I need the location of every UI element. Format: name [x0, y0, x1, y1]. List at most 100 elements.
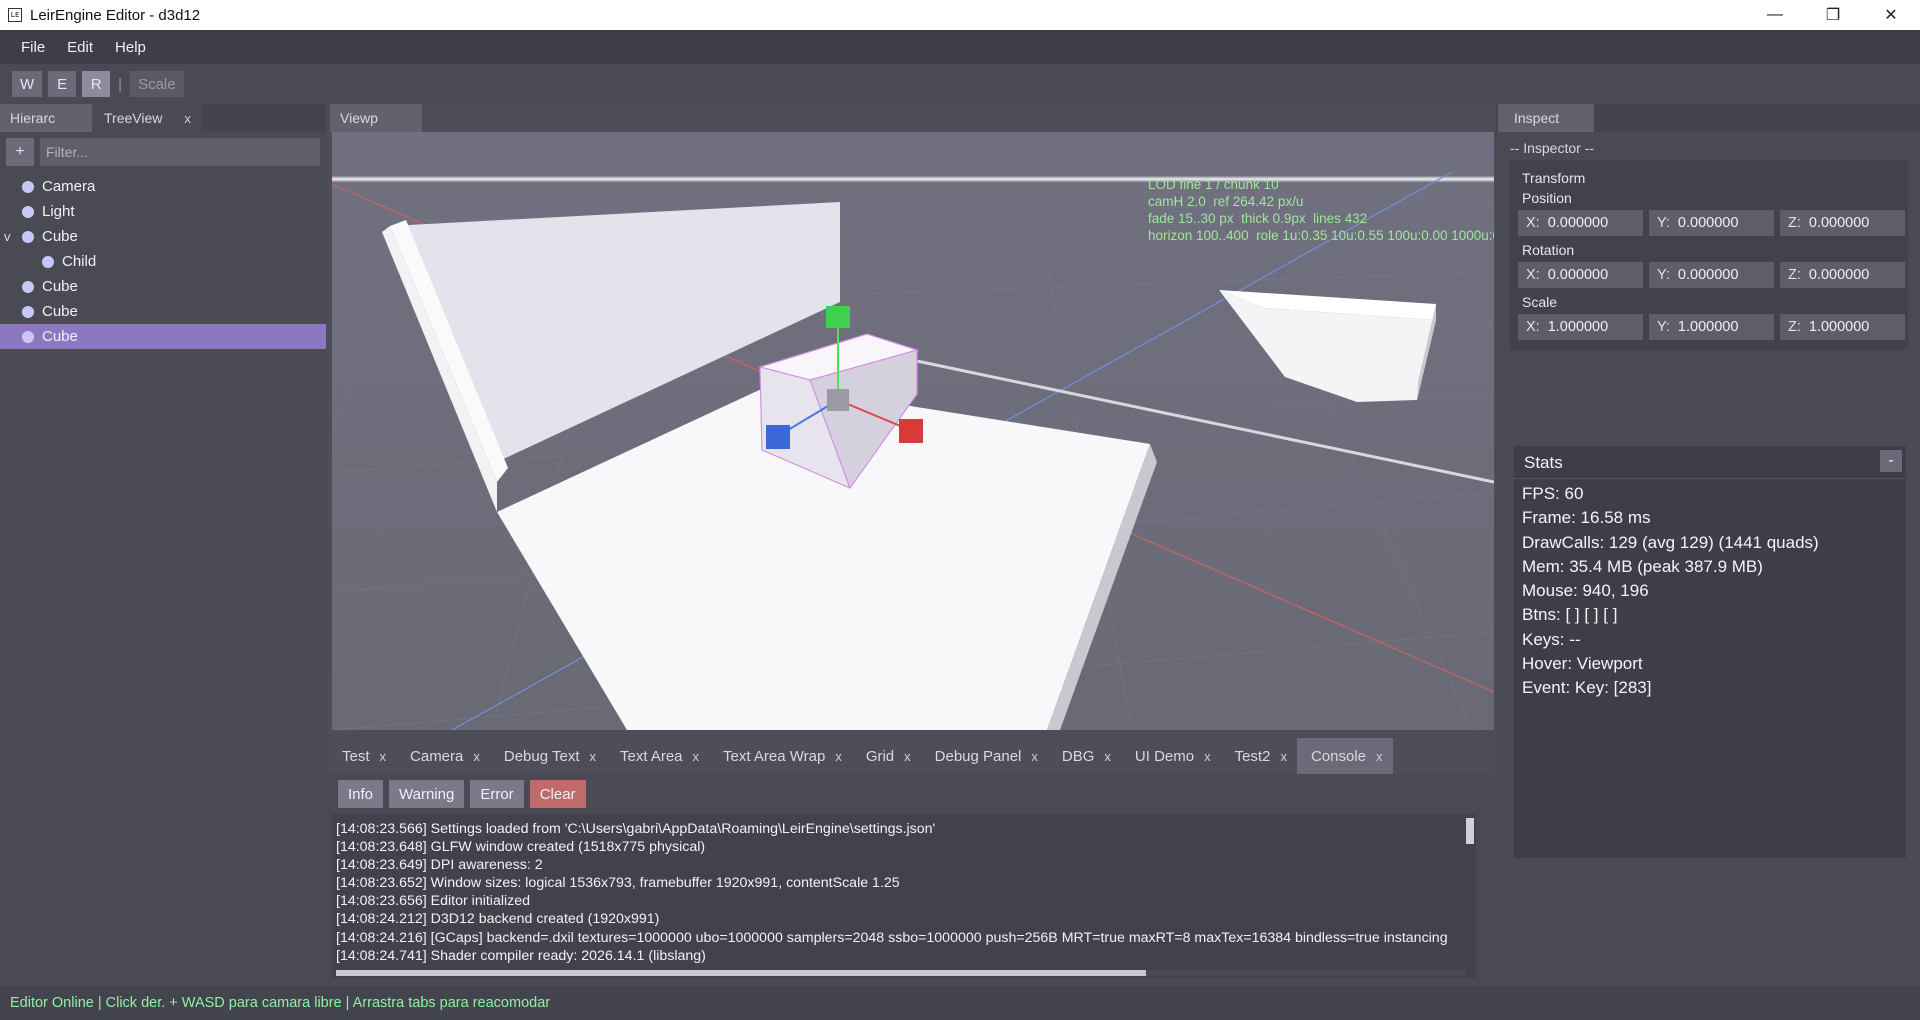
toolbar: W E R | Scale — [0, 64, 1920, 104]
tab-text-area[interactable]: Text Area x — [605, 738, 710, 774]
tab-debug-panel[interactable]: Debug Panel x — [920, 738, 1048, 774]
overlay-line: LOD fine 1 / chunk 10 — [1148, 177, 1279, 192]
tab-ui-demo[interactable]: UI Demo x — [1120, 738, 1221, 774]
gizmo-x-handle[interactable] — [899, 419, 923, 443]
log-lines: [14:08:23.566] Settings loaded from 'C:\… — [336, 820, 1448, 965]
tab-dbg[interactable]: DBG x — [1047, 738, 1121, 774]
position-x-field[interactable]: X: 0.000000 — [1518, 210, 1643, 236]
tree-item-cube[interactable]: v Cube — [0, 224, 326, 249]
rotation-z-field[interactable]: Z: 0.000000 — [1780, 262, 1905, 288]
close-icon[interactable]: x — [904, 749, 911, 764]
tab-label: Console — [1310, 747, 1366, 765]
dock-tabstrip: Test x Camera x Debug Text x Text Area x Tex… — [328, 738, 1494, 774]
tab-test[interactable]: Test x — [328, 738, 397, 774]
hierarchy-tabstrip: Hierarc TreeView x — [0, 104, 326, 132]
position-y-field[interactable]: Y: 0.000000 — [1649, 210, 1774, 236]
restore-icon[interactable]: ❐ — [1804, 0, 1862, 30]
field-value: 1.000000 — [1547, 319, 1609, 335]
field-value: 0.000000 — [1547, 215, 1609, 231]
scene-viewport[interactable]: LOD fine 1 / chunk 10 camH 2.0 ref 264.42… — [332, 132, 1494, 730]
field-value: 0.000000 — [1677, 215, 1739, 231]
stat-frame: Frame: 16.58 ms — [1522, 508, 1651, 528]
hierarchy-search: + — [6, 138, 320, 166]
clear-button[interactable]: Clear — [529, 780, 586, 808]
gizmo-center-handle[interactable] — [827, 389, 849, 411]
tab-test2[interactable]: Test2 x — [1220, 738, 1297, 774]
tab-label: Inspect — [1514, 110, 1560, 126]
tab-grid[interactable]: Grid x — [851, 738, 921, 774]
filter-input[interactable] — [40, 138, 320, 166]
scale-z-field[interactable]: Z: 1.000000 — [1780, 314, 1905, 340]
axis-label: X: — [1526, 215, 1540, 231]
translate-mode-button[interactable]: W — [12, 71, 43, 97]
field-value: 0.000000 — [1808, 267, 1870, 283]
axis-label: Y: — [1657, 215, 1670, 231]
tab-label: UI Demo — [1134, 747, 1195, 765]
stat-fps: FPS: 60 — [1522, 484, 1584, 503]
tree-item-cube[interactable]: Cube — [0, 274, 326, 299]
tree-item-label: Cube — [42, 278, 78, 295]
minimize-icon[interactable]: — — [1746, 0, 1804, 30]
warning-filter-button[interactable]: Warning — [389, 780, 465, 808]
axis-label: Z: — [1788, 215, 1801, 231]
position-row: X: 0.000000 Y: 0.000000 Z: 0.000000 — [1518, 210, 1905, 236]
close-icon[interactable]: x — [1280, 749, 1287, 764]
close-icon[interactable]: ✕ — [1862, 0, 1920, 30]
stat-btns: Btns: [ ] [ ] [ ] — [1522, 605, 1618, 625]
error-filter-button[interactable]: Error — [470, 780, 524, 808]
position-z-field[interactable]: Z: 0.000000 — [1780, 210, 1905, 236]
close-icon[interactable]: x — [473, 749, 480, 764]
add-object-button[interactable]: + — [6, 138, 34, 166]
gizmo-y-handle[interactable] — [826, 306, 850, 328]
tree-item-light[interactable]: Light — [0, 199, 326, 224]
close-icon[interactable]: x — [380, 749, 387, 764]
close-icon[interactable]: x — [835, 749, 842, 764]
menu-bar: File Edit Help — [0, 30, 1920, 64]
tab-console[interactable]: Console x — [1296, 738, 1393, 774]
tab-hierarchy[interactable]: Hierarc — [0, 104, 92, 132]
axis-label: Z: — [1788, 267, 1801, 283]
tree-item-camera[interactable]: Camera — [0, 174, 326, 199]
gizmo-z-handle[interactable] — [766, 425, 790, 449]
close-icon[interactable]: x — [1204, 749, 1211, 764]
stat-mem: Mem: 35.4 MB (peak 387.9 MB) — [1522, 556, 1763, 576]
rotation-x-field[interactable]: X: 0.000000 — [1518, 262, 1643, 288]
tab-treeview[interactable]: TreeView x — [92, 104, 201, 132]
tree-item-child[interactable]: Child — [0, 249, 326, 274]
field-value: 1.000000 — [1808, 319, 1870, 335]
tab-label: Text Area — [619, 747, 683, 765]
tab-viewport[interactable]: Viewp — [330, 104, 422, 132]
scale-y-field[interactable]: Y: 1.000000 — [1649, 314, 1774, 340]
stats-minimize-button[interactable]: - — [1880, 450, 1902, 472]
axis-label: Y: — [1657, 267, 1670, 283]
tab-text-area-wrap[interactable]: Text Area Wrap x — [709, 738, 852, 774]
tab-label: Grid — [865, 747, 895, 765]
info-filter-button[interactable]: Info — [338, 780, 384, 808]
field-value: 0.000000 — [1808, 215, 1870, 231]
scale-mode-button[interactable]: R — [82, 71, 111, 97]
scale-x-field[interactable]: X: 1.000000 — [1518, 314, 1643, 340]
tab-inspector[interactable]: Inspect — [1498, 104, 1594, 132]
close-icon[interactable]: x — [1376, 749, 1383, 764]
close-icon[interactable]: x — [693, 749, 700, 764]
tree-item-cube-selected[interactable]: Cube — [0, 324, 326, 349]
stats-title: Stats — [1524, 453, 1563, 472]
menu-help[interactable]: Help — [104, 35, 157, 60]
stat-drawcalls: DrawCalls: 129 (avg 129) (1441 quads) — [1522, 532, 1819, 552]
close-icon[interactable]: x — [1104, 749, 1111, 764]
tab-camera[interactable]: Camera x — [396, 738, 490, 774]
close-icon[interactable]: x — [589, 749, 596, 764]
vertical-scrollbar[interactable] — [1466, 818, 1474, 844]
scene-tree: Camera Light v Cube Child Cube Cube Cube — [0, 174, 326, 349]
close-icon[interactable]: x — [1031, 749, 1038, 764]
expand-arrow-icon[interactable]: v — [4, 229, 11, 244]
console-log[interactable]: [14:08:23.566] Settings loaded from 'C:\… — [332, 814, 1476, 978]
menu-file[interactable]: File — [10, 35, 56, 60]
rotate-mode-button[interactable]: E — [48, 71, 77, 97]
tab-debug-text[interactable]: Debug Text x — [489, 738, 606, 774]
rotation-y-field[interactable]: Y: 0.000000 — [1649, 262, 1774, 288]
horizontal-scrollbar[interactable] — [336, 970, 1146, 976]
menu-edit[interactable]: Edit — [56, 35, 104, 60]
tree-item-cube[interactable]: Cube — [0, 299, 326, 324]
close-icon[interactable]: x — [184, 111, 191, 126]
